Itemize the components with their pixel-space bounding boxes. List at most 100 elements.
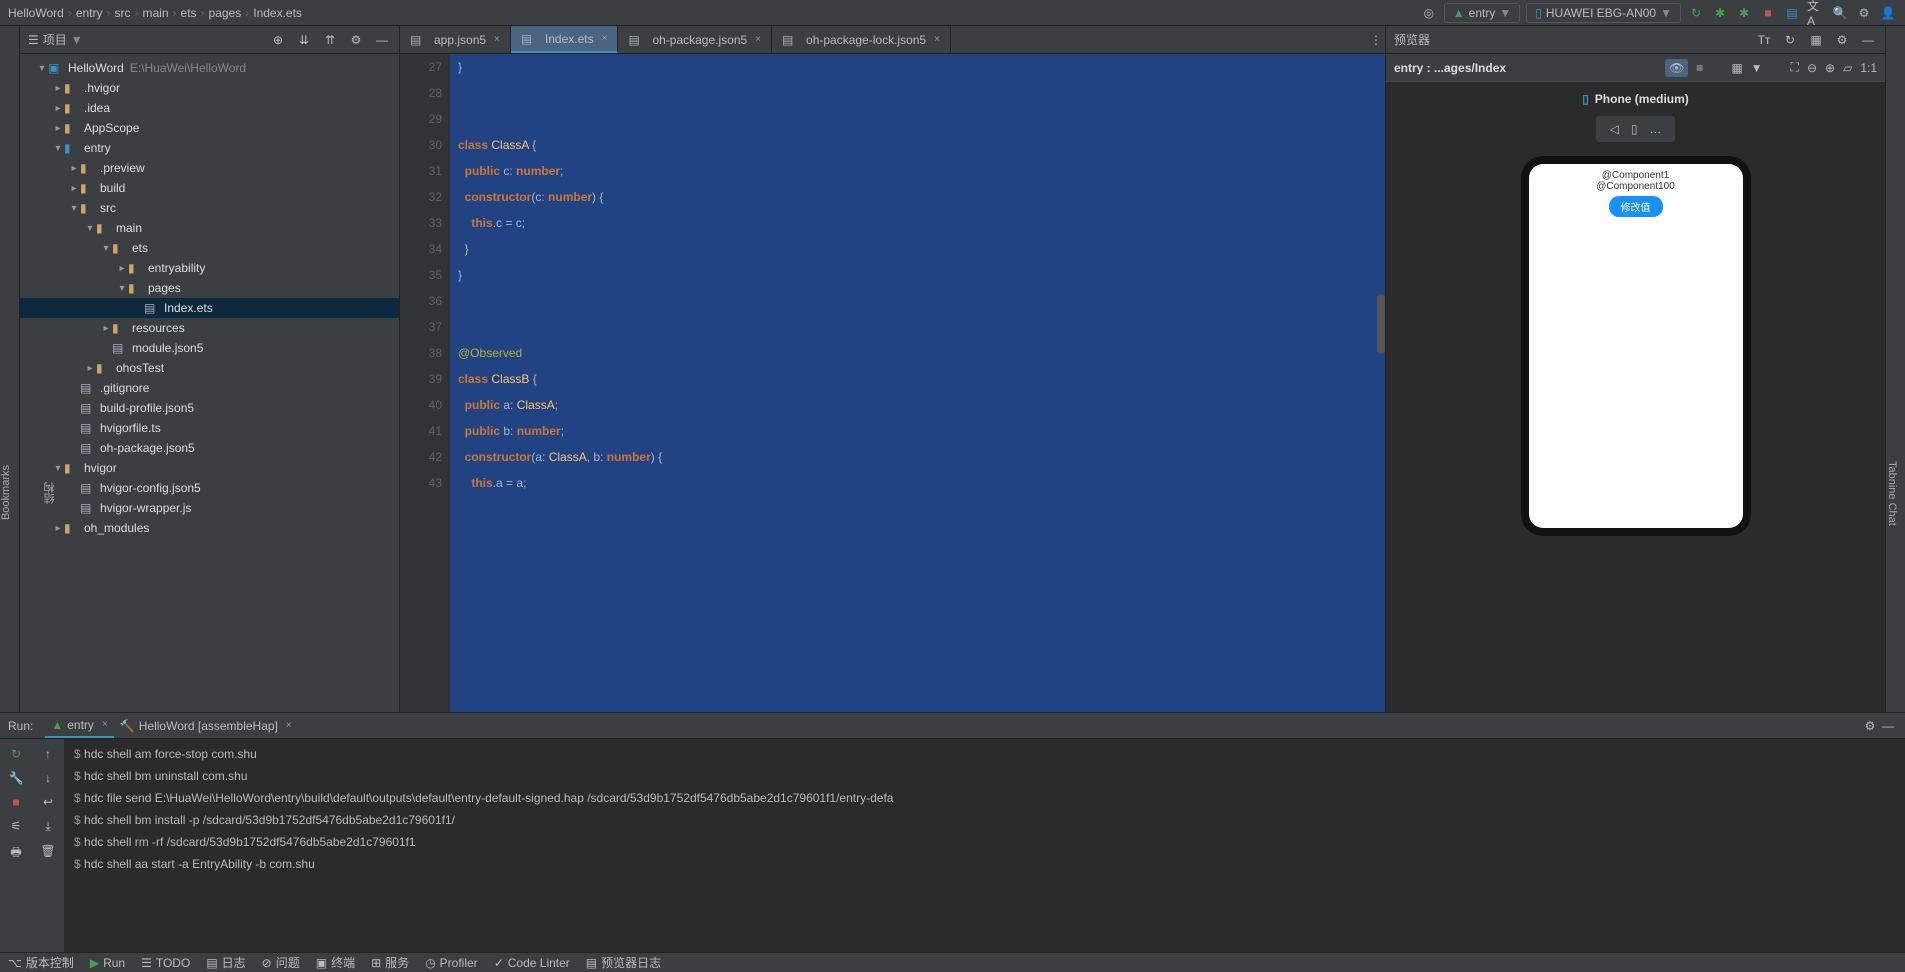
tree-item[interactable]: ▤module.json5 [20, 338, 399, 358]
tree-item[interactable]: ▤oh-package.json5 [20, 438, 399, 458]
run-tab[interactable]: 🔨HelloWord [assembleHap]× [114, 713, 298, 738]
bottom-linter[interactable]: ✓Code Linter [494, 956, 570, 970]
refresh-icon[interactable]: ↻ [1781, 31, 1799, 49]
right-tool-tabnine[interactable]: Tabnine Chat [1886, 461, 1898, 526]
bottom-problems[interactable]: ⊘问题 [262, 954, 300, 971]
editor-tab[interactable]: ▤oh-package-lock.json5× [772, 26, 951, 53]
left-tool-bookmarks[interactable]: Bookmarks [0, 465, 12, 520]
stop-icon[interactable]: ■ [1759, 4, 1777, 22]
locate-icon[interactable]: ⊕ [269, 31, 287, 49]
tree-item[interactable]: ▸▮.preview [20, 158, 399, 178]
device-dropdown[interactable]: ▯ HUAWEI EBG-AN00 ▼ [1526, 3, 1681, 23]
breadcrumb-item[interactable]: ets [181, 6, 197, 20]
left-tool-structure[interactable]: 结构 [42, 482, 58, 504]
user-icon[interactable]: 👤 [1879, 4, 1897, 22]
coverage-icon[interactable]: ✱ [1735, 4, 1753, 22]
files-icon[interactable]: ▤ [1783, 4, 1801, 22]
zoom-out-icon[interactable]: ⊖ [1807, 61, 1817, 75]
tree-item[interactable]: ▤hvigor-config.json5 [20, 478, 399, 498]
gear-icon[interactable]: ⚙ [1855, 4, 1873, 22]
bottom-terminal[interactable]: ▣终端 [316, 954, 355, 971]
up-icon[interactable]: ↑ [45, 747, 51, 761]
editor-tab[interactable]: ▤oh-package.json5× [618, 26, 772, 53]
tree-item[interactable]: ▾▮hvigor [20, 458, 399, 478]
nav-more-icon[interactable]: … [1649, 122, 1661, 136]
chevron-down-icon[interactable]: ▼ [1751, 61, 1763, 75]
panel-hide-icon[interactable]: — [373, 31, 391, 49]
editor-tab[interactable]: ▤app.json5× [400, 26, 511, 53]
tree-item[interactable]: ▤hvigorfile.ts [20, 418, 399, 438]
preview-hide-icon[interactable]: — [1859, 31, 1877, 49]
breadcrumb-file[interactable]: Index.ets [253, 6, 302, 20]
app-button[interactable]: 修改值 [1609, 196, 1663, 217]
wrap-icon[interactable]: ↩ [43, 795, 53, 809]
wrench-icon[interactable]: 🔧 [9, 771, 24, 785]
fit-icon[interactable]: ⛶ [1791, 60, 1799, 75]
tree-item[interactable]: ▸▮.idea [20, 98, 399, 118]
breadcrumb-item[interactable]: pages [209, 6, 242, 20]
translate-icon[interactable]: 文A [1807, 4, 1825, 22]
bottom-preview-log[interactable]: ▤预览器日志 [586, 954, 661, 971]
breadcrumb-item[interactable]: HelloWord [8, 6, 64, 20]
bottom-log[interactable]: ▤日志 [206, 954, 245, 971]
run-tab-active[interactable]: ▲entry× [45, 713, 113, 738]
breadcrumb-item[interactable]: src [115, 6, 131, 20]
bottom-run[interactable]: ▶Run [90, 956, 125, 970]
eye-icon[interactable]: 👁 [1665, 59, 1688, 77]
bottom-profiler[interactable]: ◷Profiler [425, 956, 478, 970]
bottom-vcs[interactable]: ⌥版本控制 [8, 954, 74, 971]
tree-item[interactable]: ▸▮build [20, 178, 399, 198]
run-icon[interactable]: ↻ [1687, 4, 1705, 22]
close-icon[interactable]: × [102, 719, 108, 730]
close-icon[interactable]: × [602, 33, 608, 44]
tree-item[interactable]: ▸▮AppScope [20, 118, 399, 138]
grid-icon[interactable]: ▦ [1731, 61, 1742, 75]
tree-item[interactable]: ▸▮oh_modules [20, 518, 399, 538]
tree-item[interactable]: ▾▮ets [20, 238, 399, 258]
preview-gear-icon[interactable]: ⚙ [1833, 31, 1851, 49]
bottom-todo[interactable]: ☰TODO [141, 956, 190, 970]
expand-icon[interactable]: ⇊ [295, 31, 313, 49]
tree-item[interactable]: ▾▮entry [20, 138, 399, 158]
stop-icon[interactable]: ■ [12, 795, 19, 809]
close-icon[interactable]: × [755, 34, 761, 45]
tab-menu-icon[interactable]: ⋮ [1367, 31, 1385, 49]
tree-item[interactable]: ▤.gitignore [20, 378, 399, 398]
print-icon[interactable]: 🖶 [10, 843, 21, 864]
zoom-in-icon[interactable]: ⊕ [1825, 61, 1835, 75]
close-icon[interactable]: × [934, 34, 940, 45]
editor-tab-active[interactable]: ▤Index.ets× [511, 26, 619, 53]
tree-item[interactable]: ▸▮entryability [20, 258, 399, 278]
scroll-icon[interactable]: ⤓ [45, 819, 50, 834]
nav-phone-icon[interactable]: ▯ [1631, 122, 1638, 136]
tree-item[interactable]: ▸▮resources [20, 318, 399, 338]
panel-gear-icon[interactable]: ⚙ [347, 31, 365, 49]
tree-root[interactable]: ▾▣ HelloWord E:\HuaWei\HelloWord [20, 58, 399, 78]
font-icon[interactable]: Tᴛ [1755, 31, 1773, 49]
tree-item[interactable]: ▾▮src [20, 198, 399, 218]
tree-item[interactable]: ▸▮ohosTest [20, 358, 399, 378]
inspect-icon[interactable]: ▦ [1807, 31, 1825, 49]
tree-item[interactable]: ▾▮pages [20, 278, 399, 298]
tree-item-selected[interactable]: ▤Index.ets [20, 298, 399, 318]
search-icon[interactable]: 🔍 [1831, 4, 1849, 22]
run-gear-icon[interactable]: ⚙ [1861, 717, 1879, 735]
breadcrumb-item[interactable]: main [143, 6, 169, 20]
tree-item[interactable]: ▤build-profile.json5 [20, 398, 399, 418]
tree-item[interactable]: ▸▮.hvigor [20, 78, 399, 98]
breadcrumb-item[interactable]: entry [76, 6, 103, 20]
close-icon[interactable]: × [286, 720, 292, 731]
run-config-dropdown[interactable]: ▲ entry ▼ [1444, 3, 1520, 23]
run-hide-icon[interactable]: — [1879, 717, 1897, 735]
run-output[interactable]: $ hdc shell am force-stop com.shu$ hdc s… [64, 739, 1905, 952]
filter-icon[interactable]: ⚟ [11, 819, 22, 833]
collapse-icon[interactable]: ⇈ [321, 31, 339, 49]
down-icon[interactable]: ↓ [45, 771, 51, 785]
nav-back-icon[interactable]: ◁ [1610, 122, 1619, 136]
rerun-icon[interactable]: ↻ [11, 747, 21, 761]
tree-item[interactable]: ▾▮main [20, 218, 399, 238]
close-icon[interactable]: × [494, 34, 500, 45]
tree-item[interactable]: ▤hvigor-wrapper.js [20, 498, 399, 518]
scrollbar-thumb[interactable] [1377, 294, 1385, 354]
trash-icon[interactable]: 🗑 [40, 844, 55, 858]
